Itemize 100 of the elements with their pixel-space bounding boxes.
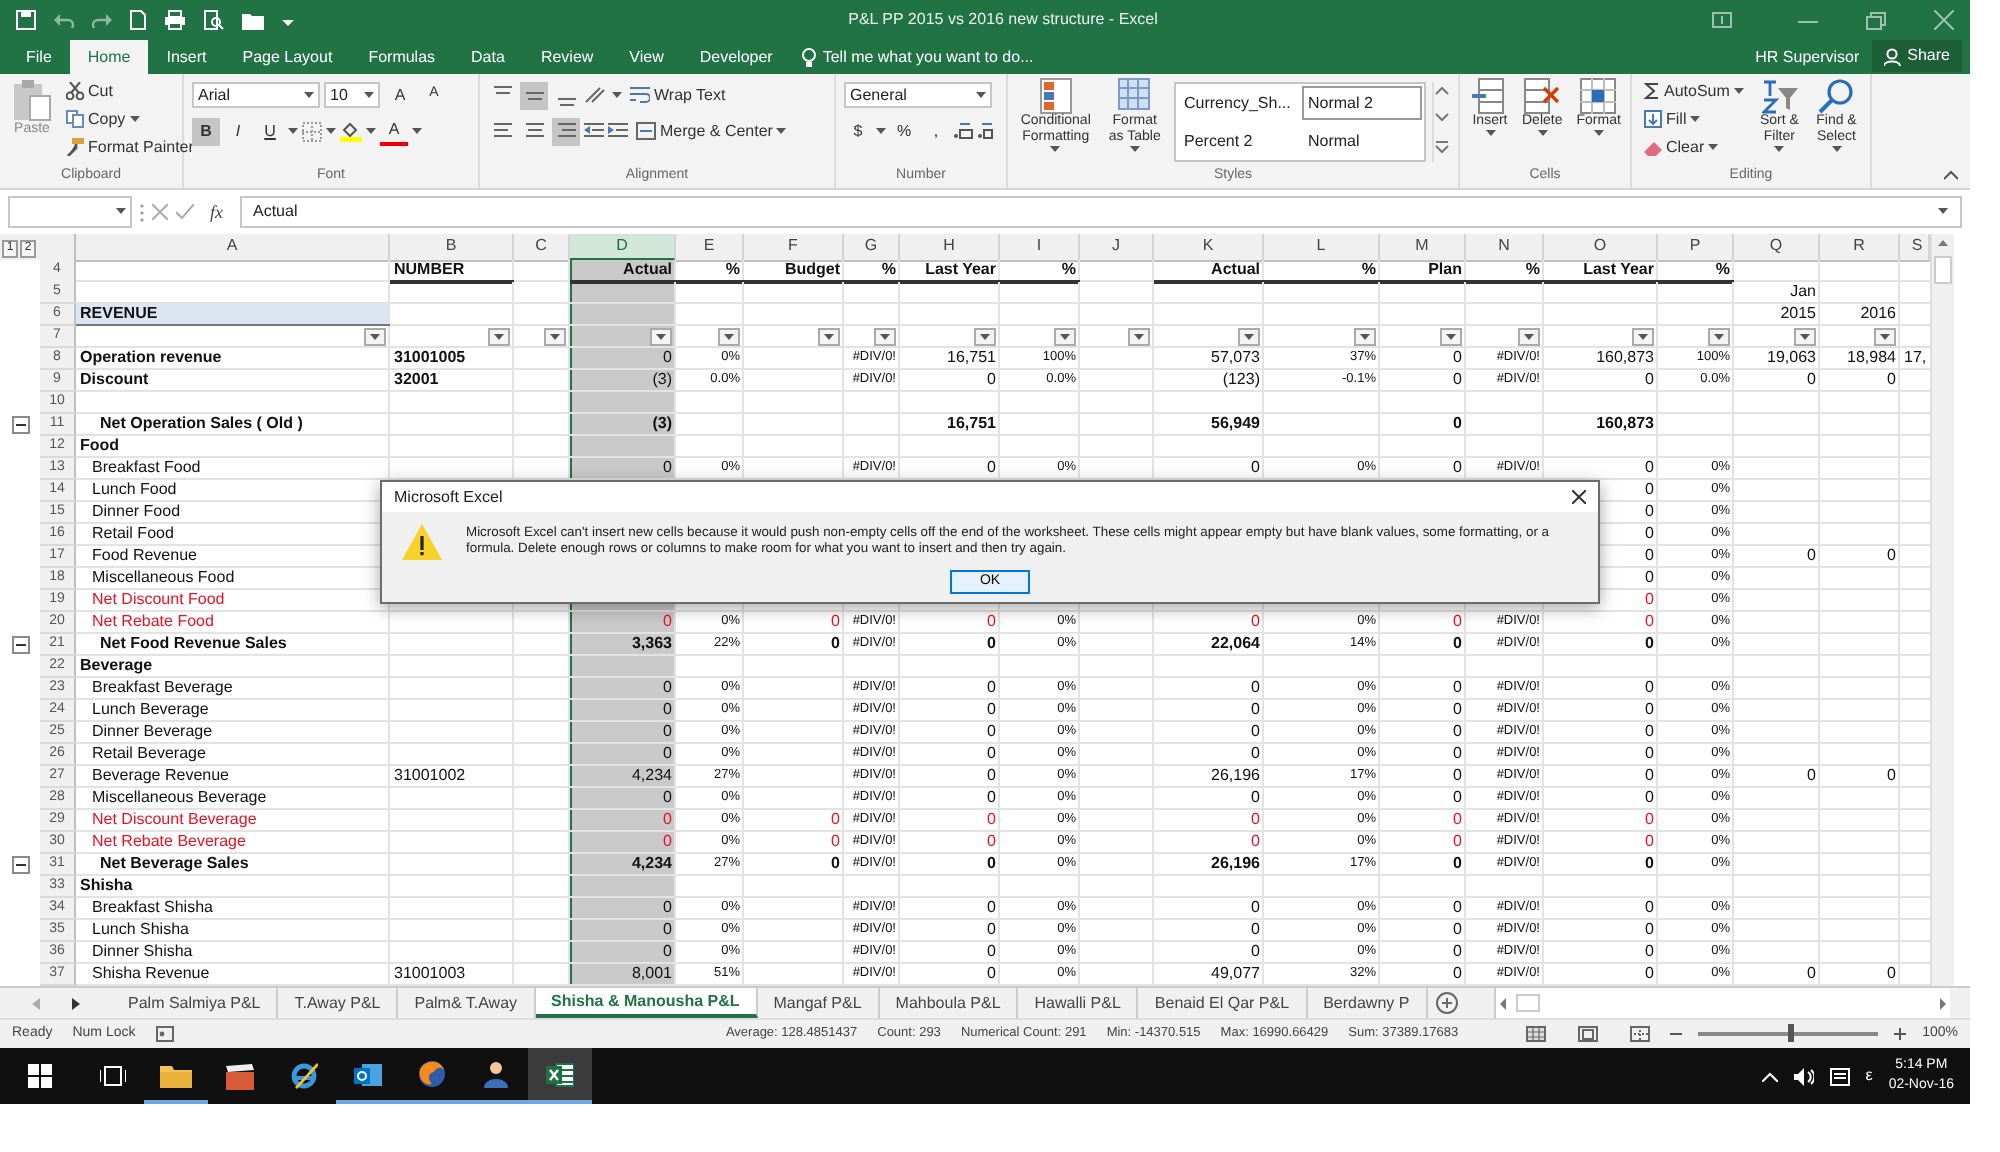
ribbon-tab[interactable]: Home [69,40,149,74]
sheet-tab[interactable]: Shisha & Manousha P&L [535,988,758,1018]
ribbon-tab[interactable]: Review [522,40,612,74]
filter-button[interactable] [1632,328,1654,346]
collapse-button[interactable] [11,416,29,434]
currency-button[interactable]: $ [844,117,872,145]
filter-button[interactable] [1238,328,1260,346]
gallery-scroll-icon[interactable] [1434,82,1450,158]
filter-button[interactable] [1054,328,1076,346]
vertical-align-button[interactable] [520,81,548,109]
filter-button[interactable] [974,328,996,346]
cell-style[interactable]: Normal 2 [1300,84,1424,122]
print-preview-icon[interactable] [204,10,224,30]
close-icon[interactable] [1572,490,1586,504]
filter-button[interactable] [718,328,740,346]
folder-icon[interactable] [242,11,264,29]
format-painter-button[interactable]: Format Painter [62,134,198,160]
ribbon-tab[interactable]: Developer [681,40,791,74]
grow-font-button[interactable]: A [384,81,416,109]
font-name-field[interactable]: Arial [192,82,320,108]
speaker-icon[interactable] [1793,1067,1814,1085]
fill-button[interactable]: Fill [1640,106,1748,132]
vertical-scrollbar[interactable] [1930,234,1954,986]
page-layout-icon[interactable] [1578,1026,1599,1042]
horizontal-align-button[interactable] [552,117,580,145]
number-format-field[interactable]: General [844,82,992,108]
ribbon-tab[interactable]: File [8,40,70,74]
zoom-out-icon[interactable] [1670,1027,1683,1040]
search-field[interactable]: Tell me what you want to do... [822,47,1083,67]
filter-button[interactable] [1874,328,1896,346]
normal-view-icon[interactable] [1526,1026,1547,1042]
decrease-decimal-icon[interactable] [978,122,998,140]
collapse-ribbon-icon[interactable] [1944,170,1958,180]
ribbon-tab[interactable]: Formulas [350,40,454,74]
table-cell: Net Discount Food [92,590,225,608]
filter-button[interactable] [818,328,840,346]
customize-caret-icon[interactable] [282,15,294,25]
scrollbar-thumb[interactable] [1515,994,1540,1012]
wrap-text-button[interactable]: Wrap Text [626,82,730,108]
table-cell: 0 [1645,612,1654,630]
scrollbar-thumb[interactable] [1934,256,1952,284]
borders-icon[interactable] [302,121,322,141]
ribbon-display-icon[interactable] [1712,12,1732,28]
increase-decimal-icon[interactable] [954,122,974,140]
printer-icon[interactable] [164,10,186,30]
format-toggle[interactable]: U [256,117,284,145]
collapse-button[interactable] [11,856,29,874]
format-toggle[interactable]: B [192,117,220,145]
formula-field[interactable]: Actual [239,196,1962,228]
filter-button[interactable] [650,328,672,346]
filter-button[interactable] [1128,328,1150,346]
input-indicator[interactable]: ε [1865,1066,1873,1086]
filter-button[interactable] [1794,328,1816,346]
table-cell: Net Rebate Beverage [92,832,246,850]
increase-indent-icon[interactable] [608,122,628,140]
tray-expand-icon[interactable] [1761,1071,1778,1081]
add-sheet-icon[interactable] [1435,992,1458,1014]
filter-button[interactable] [1354,328,1376,346]
cut-button[interactable]: Cut [62,78,198,104]
undo-icon[interactable] [54,12,74,28]
column-header[interactable]: D [570,234,676,262]
redo-icon[interactable] [92,12,112,28]
page-break-icon[interactable] [1630,1026,1651,1042]
filter-button[interactable] [364,328,386,346]
insert-function-button[interactable]: fx [202,201,231,223]
filter-button[interactable] [1708,328,1730,346]
taskbar-app[interactable] [528,1048,592,1104]
autosum-button[interactable]: AutoSum [1640,78,1748,104]
collapse-button[interactable] [11,636,29,654]
share-button[interactable]: Share [1871,40,1962,72]
zoom-in-icon[interactable] [1894,1027,1907,1040]
zoom-slider-thumb[interactable] [1788,1023,1795,1042]
maximize-icon[interactable] [1866,11,1886,29]
horizontal-scrollbar[interactable] [1493,988,1950,1018]
text-orientation-icon[interactable] [584,86,608,104]
percent-button[interactable]: % [890,117,918,145]
format-toggle[interactable]: I [224,117,252,145]
filter-button[interactable] [1518,328,1540,346]
merge-center-button[interactable]: Merge & Center [632,118,791,144]
new-document-icon[interactable] [130,10,146,30]
filter-button[interactable] [544,328,566,346]
ribbon-tab[interactable]: Insert [148,40,225,74]
fill-color-icon[interactable] [340,120,362,142]
ribbon-tab[interactable]: Data [453,40,523,74]
decrease-indent-icon[interactable] [584,122,604,140]
save-icon[interactable] [16,10,36,30]
macro-record-icon[interactable] [155,1026,174,1042]
notification-icon[interactable] [1829,1067,1850,1085]
caret-icon [412,127,422,135]
ribbon-tab[interactable]: View [611,40,682,74]
comma-button[interactable]: , [922,117,950,145]
next-sheet-icon[interactable] [72,997,80,1009]
filter-button[interactable] [488,328,510,346]
font-size-field[interactable]: 10 [324,82,380,108]
filter-button[interactable] [874,328,896,346]
table-cell: 0 [831,832,840,850]
filter-button[interactable] [1440,328,1462,346]
ribbon-tab[interactable]: Page Layout [224,40,351,74]
font-color-button[interactable]: A [380,117,408,145]
clear-button[interactable]: Clear [1640,134,1748,160]
